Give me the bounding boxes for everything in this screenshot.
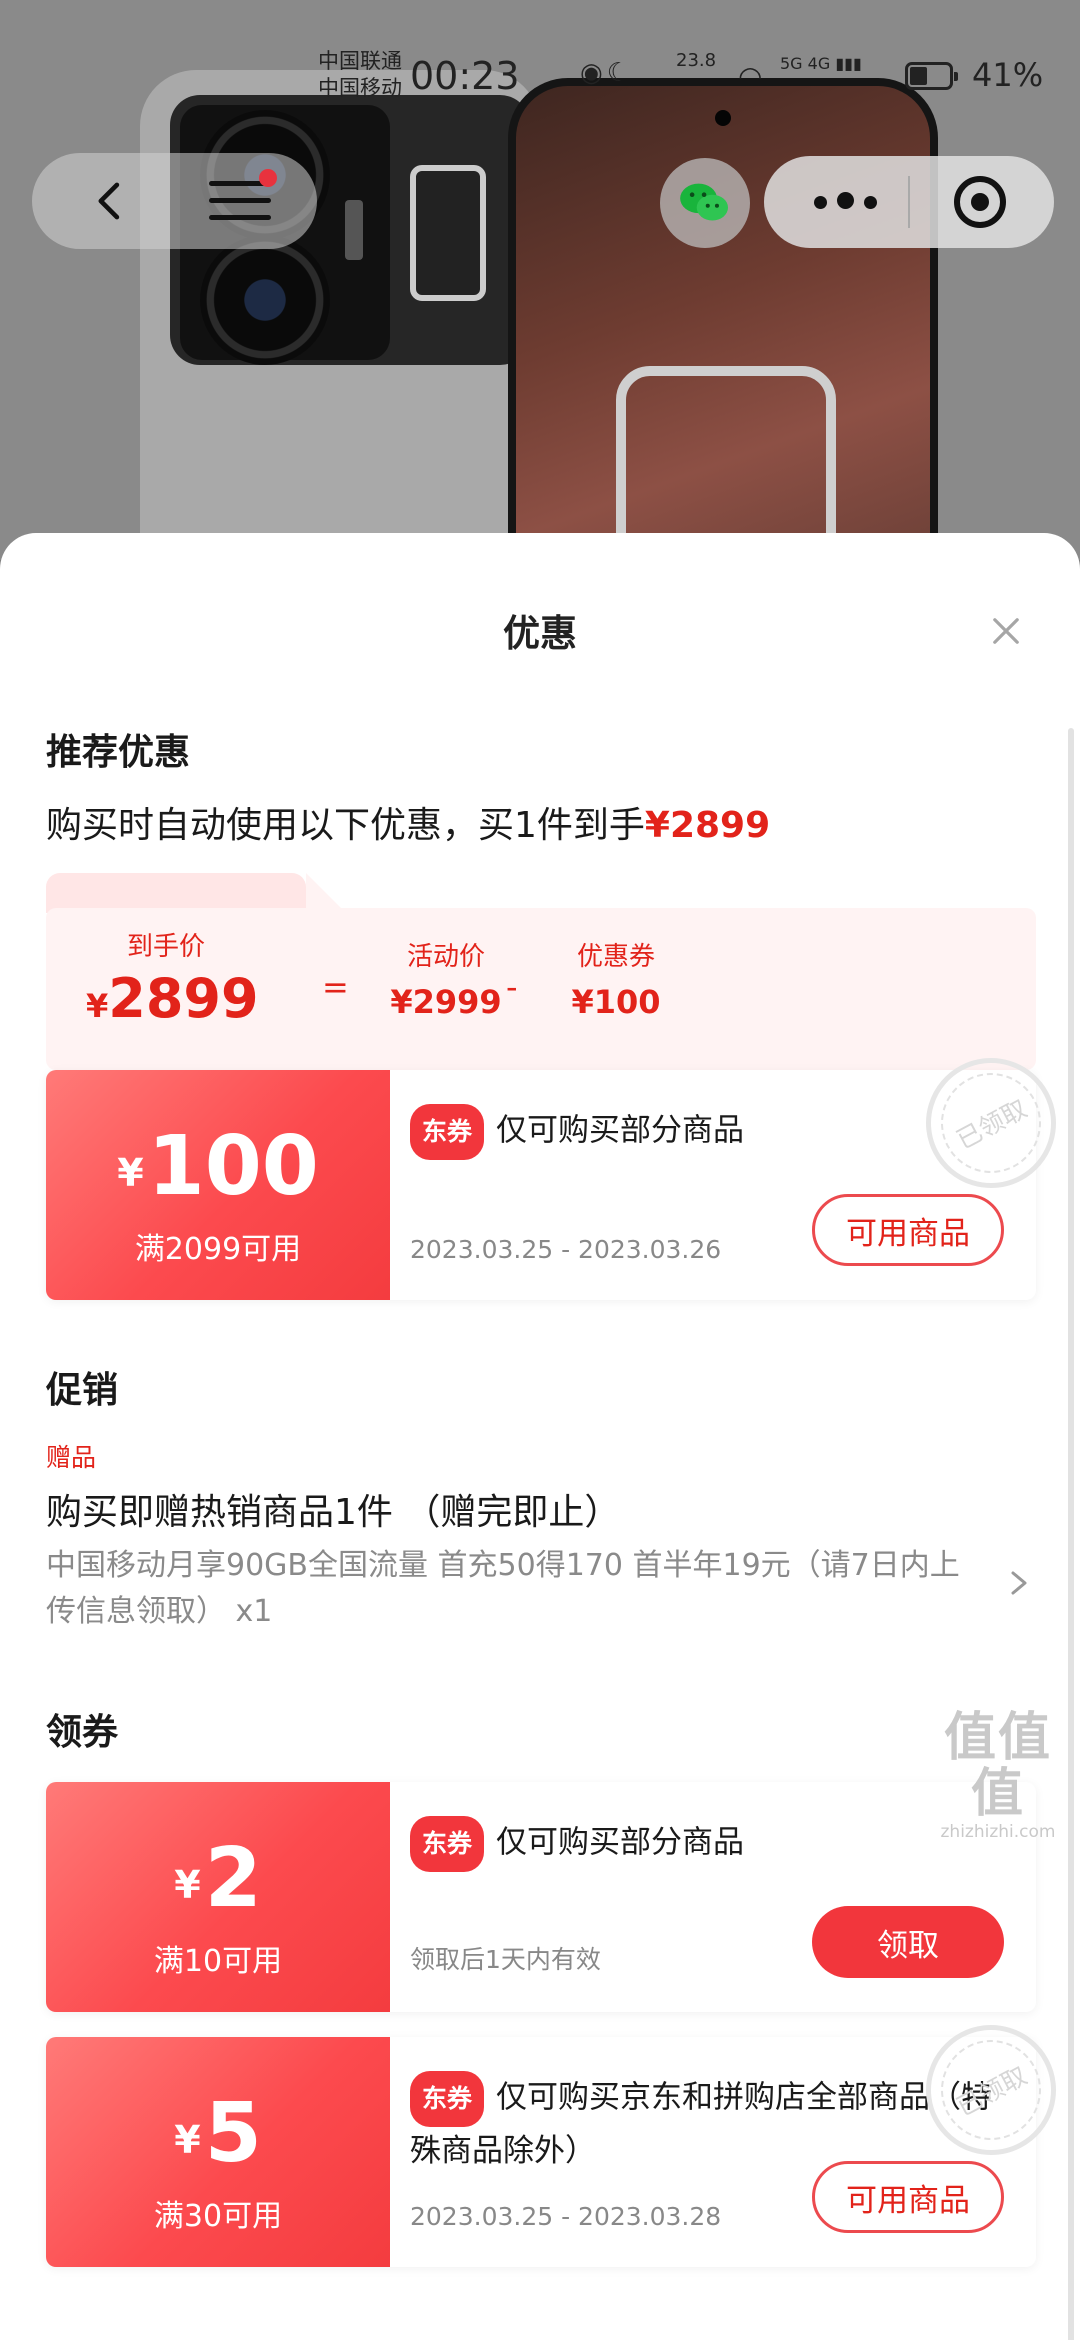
battery-icon bbox=[905, 62, 958, 90]
close-icon bbox=[993, 618, 1019, 644]
claim-heading: 领券 bbox=[46, 1712, 119, 1753]
status-icons: ◉☾ bbox=[580, 58, 634, 88]
gift-description[interactable]: 中国移动月享90GB全国流量 首充50得170 首半年19元（请7日内上传信息领… bbox=[46, 1543, 976, 1635]
more-dots-icon bbox=[809, 191, 882, 213]
sheet-close-button[interactable] bbox=[980, 605, 1032, 657]
chevron-right-icon[interactable] bbox=[1005, 1563, 1035, 1603]
minus-sign: - bbox=[506, 968, 518, 1006]
menu-button[interactable] bbox=[200, 165, 280, 237]
wechat-icon bbox=[680, 183, 728, 221]
coupon-tag: 东券 bbox=[410, 1816, 485, 1872]
gift-tag: 赠品 bbox=[46, 1443, 97, 1472]
coupon-card[interactable]: ¥5 满30可用 东券 仅可购买京东和拼购店全部商品（特殊商品除外） 2023.0… bbox=[46, 2002, 1079, 2267]
coupon-value-block: ¥5 满30可用 bbox=[46, 2037, 390, 2267]
rear-screen-image bbox=[410, 165, 486, 301]
wechat-share-button[interactable] bbox=[660, 158, 750, 248]
recommend-summary: 购买时自动使用以下优惠，买1件到手¥2899 bbox=[46, 805, 771, 846]
gift-title[interactable]: 购买即赠热销商品1件 （赠完即止） bbox=[46, 1483, 620, 1535]
coupon-card[interactable]: ¥2 满10可用 东券 仅可购买部分商品 领取后1天内有效 领取 bbox=[46, 1782, 1036, 2012]
coupon-date: 2023.03.25 - 2023.03.26 bbox=[410, 1235, 722, 1264]
carrier-label: 中国联通 中国移动 bbox=[318, 49, 402, 100]
notification-dot bbox=[259, 169, 277, 187]
watermark-logo: 值值值 zhizhizhi.com bbox=[940, 1708, 1056, 1842]
capsule-divider bbox=[908, 176, 910, 228]
coupon-value-block: ¥2 满10可用 bbox=[46, 1782, 390, 2012]
coupon-card[interactable]: ¥100 满2099可用 东券 仅可购买部分商品 2023.03.25 - 202… bbox=[46, 1035, 1079, 1300]
equals-sign: = bbox=[322, 968, 349, 1006]
scrollbar[interactable] bbox=[1068, 728, 1074, 2340]
coupon-value-block: ¥100 满2099可用 bbox=[46, 1070, 390, 1300]
wifi-icon: ◠ bbox=[738, 60, 763, 93]
moon-icon: ☾ bbox=[606, 58, 634, 88]
available-products-button[interactable]: 可用商品 bbox=[812, 2161, 1004, 2233]
menu-icon bbox=[209, 169, 277, 223]
final-price: 到手价 ¥2899 bbox=[86, 932, 259, 1030]
net-speed: 23.8 bbox=[676, 50, 717, 71]
status-bar: 中国联通 中国移动 00:23 ◉☾ 23.8 ◠ 5G 4G ▮▮▮ 41% bbox=[0, 40, 1080, 120]
camera-lens-image bbox=[200, 235, 330, 365]
coupon-date: 2023.03.25 - 2023.03.28 bbox=[410, 2202, 722, 2231]
more-button[interactable] bbox=[780, 165, 910, 239]
sheet-title: 优惠 bbox=[503, 612, 577, 655]
eye-icon: ◉ bbox=[580, 58, 607, 88]
promotion-heading: 促销 bbox=[46, 1370, 119, 1411]
status-time: 00:23 bbox=[410, 54, 520, 98]
price-breakdown: 到手价 ¥2899 = 活动价 ¥2999 - 优惠券 ¥100 bbox=[46, 908, 1036, 1070]
coupon-discount: 优惠券 ¥100 bbox=[571, 942, 661, 1021]
chevron-left-icon bbox=[98, 182, 120, 220]
activity-price: 活动价 ¥2999 bbox=[390, 942, 502, 1021]
close-miniprogram-button[interactable] bbox=[940, 165, 1020, 239]
discount-sheet: 优惠 推荐优惠 购买时自动使用以下优惠，买1件到手¥2899 到手价 ¥2899… bbox=[0, 533, 1080, 2340]
coupon-validity: 领取后1天内有效 bbox=[410, 1945, 601, 1974]
recommend-heading: 推荐优惠 bbox=[46, 732, 191, 773]
available-products-button[interactable]: 可用商品 bbox=[812, 1194, 1004, 1266]
coupon-tag: 东券 bbox=[410, 1104, 485, 1160]
coupon-tag: 东券 bbox=[410, 2071, 485, 2127]
signal-icon: 5G 4G ▮▮▮ bbox=[780, 54, 862, 73]
back-button[interactable] bbox=[55, 165, 165, 237]
battery-percent: 41% bbox=[972, 56, 1044, 94]
phone-front-image bbox=[508, 78, 938, 560]
claim-coupon-button[interactable]: 领取 bbox=[812, 1906, 1004, 1978]
target-icon bbox=[954, 176, 1006, 228]
